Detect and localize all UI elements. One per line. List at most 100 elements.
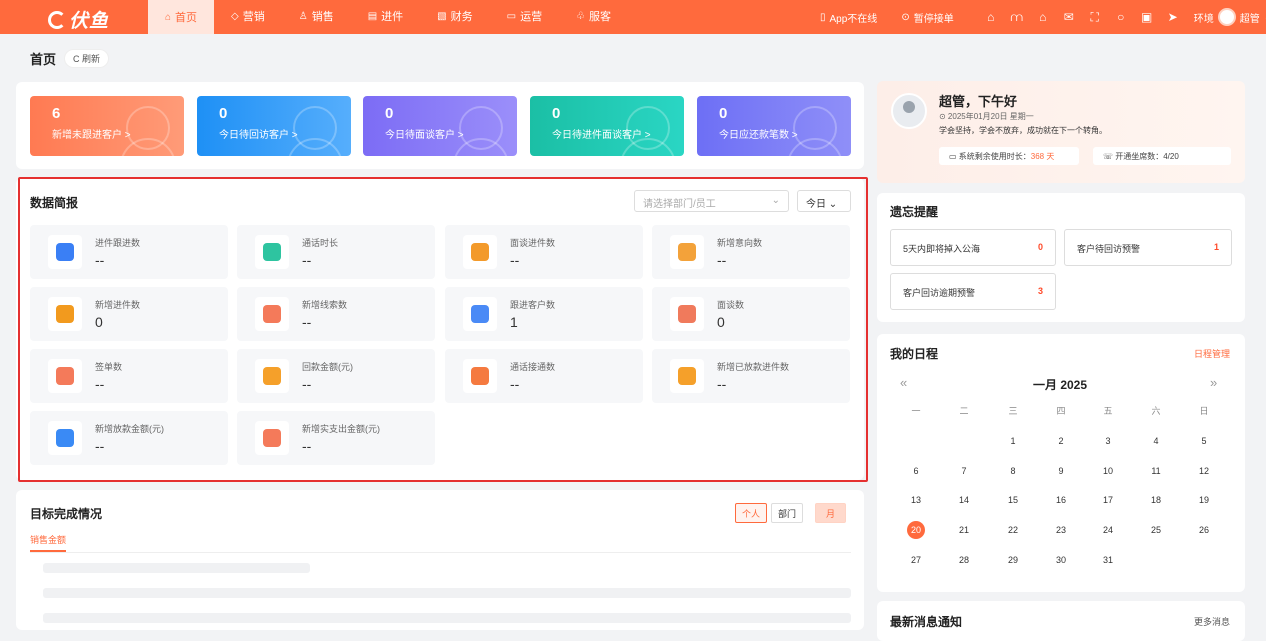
report-tile[interactable]: 新增放款金额(元) -- [30,411,228,465]
calendar-day[interactable]: 12 [1194,462,1214,480]
refresh-button[interactable]: C 刷新 [64,49,110,68]
metric-label: 面谈进件数 [510,238,556,248]
calendar-day[interactable]: 2 [1051,432,1071,450]
calendar-day-today[interactable]: 20 [907,521,925,539]
app-logo[interactable]: 伏鱼 [48,6,109,33]
stat-card-new-unfollowed[interactable]: 6 新增未跟进客户 > [30,96,184,156]
stat-card-today-repayments[interactable]: 0 今日应还款笔数 > [697,96,851,156]
personal-button[interactable]: 个人 [735,503,768,523]
calendar-day[interactable]: 11 [1146,462,1166,480]
fullscreen-icon[interactable]: ⛶ [1082,10,1108,25]
report-tile[interactable]: 进件跟进数 -- [30,225,228,279]
user-menu[interactable]: 环境超管⌄ [1194,8,1266,26]
nav-item-operations[interactable]: ▭ 运营 [490,0,559,34]
nav-item-marketing[interactable]: ◇ 营销 [214,0,282,34]
shirt-icon[interactable]: ⌂ [1030,10,1056,24]
calendar-day[interactable]: 13 [906,491,926,509]
memo-revisit-warning[interactable]: 客户待回访预警 1 [1064,229,1232,266]
report-tile[interactable]: 新增意向数 -- [652,225,850,279]
calendar-day[interactable]: 1 [1003,432,1023,450]
calendar-day[interactable]: 22 [1003,521,1023,539]
briefcase-icon[interactable]: ▣ [1134,10,1160,24]
calendar-day[interactable]: 18 [1146,491,1166,509]
metric-glyph-icon [471,243,489,261]
metric-value: 1 [510,314,518,330]
tab-sales-amount[interactable]: 销售金额 [30,533,66,546]
calendar-day[interactable]: 28 [954,551,974,569]
metric-label: 新增线索数 [302,300,348,310]
pause-orders-button[interactable]: ⊙ 暂停接单 [901,10,953,25]
report-tile[interactable]: 面谈进件数 -- [445,225,643,279]
prev-month-icon[interactable]: « [900,375,907,390]
calendar-day[interactable]: 5 [1194,432,1214,450]
report-tile[interactable]: 通话接通数 -- [445,349,643,403]
nav-item-home[interactable]: ⌂ 首页 [148,0,215,34]
metric-glyph-icon [56,305,74,323]
memo-sea-warning[interactable]: 5天内即将掉入公海 0 [890,229,1056,266]
report-tile[interactable]: 签单数 -- [30,349,228,403]
month-button[interactable]: 月 [815,503,847,523]
calendar-day[interactable]: 31 [1098,551,1118,569]
calendar-day[interactable]: 6 [906,462,926,480]
bank-icon[interactable]: ⩋ [1004,10,1030,25]
calendar-day[interactable]: 23 [1051,521,1071,539]
calendar-day[interactable]: 19 [1194,491,1214,509]
send-icon[interactable]: ➤ [1160,10,1186,24]
more-news-link[interactable]: 更多消息 [1194,615,1230,628]
calendar-day[interactable]: 25 [1146,521,1166,539]
stat-card-today-interview[interactable]: 0 今日待面谈客户 > [363,96,517,156]
report-tile[interactable]: 新增已放款进件数 -- [652,349,850,403]
calendar-day[interactable]: 30 [1051,551,1071,569]
metric-value: -- [302,438,312,454]
nav-item-sales[interactable]: ♙ 销售 [282,0,351,34]
schedule-title: 我的日程 [890,347,939,361]
message-icon[interactable]: ✉ [1056,10,1082,24]
current-date: ⊙ 2025年01月20日 星期一 [939,112,1034,121]
nav-item-finance[interactable]: ▧ 财务 [420,0,489,34]
nav-item-application[interactable]: ▤ 进件 [351,0,420,34]
calendar-day[interactable]: 21 [954,521,974,539]
report-tile[interactable]: 新增进件数 0 [30,287,228,341]
calendar-day[interactable]: 16 [1051,491,1071,509]
report-tile[interactable]: 通话时长 -- [237,225,435,279]
stat-card-today-application-interview[interactable]: 0 今日待进件面谈客户 > [530,96,684,156]
calendar-day[interactable]: 27 [906,551,926,569]
finance-icon: ▧ [437,11,447,22]
department-button[interactable]: 部门 [771,503,804,523]
calendar-day[interactable]: 7 [954,462,974,480]
memo-overdue-warning[interactable]: 客户回访逾期预警 3 [890,273,1056,310]
next-month-icon[interactable]: » [1210,375,1217,390]
calendar-day[interactable]: 26 [1194,521,1214,539]
calendar-day[interactable]: 24 [1098,521,1118,539]
calendar-day[interactable]: 4 [1146,432,1166,450]
calendar-day[interactable]: 15 [1003,491,1023,509]
search-icon[interactable]: ○ [1108,10,1134,24]
nav-item-customer-service[interactable]: ♧ 服客 [559,0,628,34]
app-status[interactable]: ▯ App不在线 [820,10,877,25]
report-tile[interactable]: 回款金额(元) -- [237,349,435,403]
calendar-day[interactable]: 14 [954,491,974,509]
weekday-label: 二 [959,406,969,416]
lock-icon[interactable]: ⌂ [978,10,1004,24]
calendar-day[interactable]: 17 [1098,491,1118,509]
metric-icon [255,421,289,455]
metric-label: 签单数 [95,362,123,372]
metric-value: -- [717,252,727,268]
chevron-down-icon: ⌄ [828,199,838,210]
period-select[interactable]: 今日 ⌄ [797,190,851,212]
calendar-day[interactable]: 3 [1098,432,1118,450]
report-tile[interactable]: 跟进客户数 1 [445,287,643,341]
weekday-label: 三 [1008,406,1018,416]
stat-card-today-revisit[interactable]: 0 今日待回访客户 > [197,96,351,156]
calendar-day[interactable]: 10 [1098,462,1118,480]
department-employee-select[interactable]: 请选择部门/员工 ⌄ [634,190,789,212]
calendar-day[interactable]: 8 [1003,462,1023,480]
skeleton-line [43,563,310,573]
calendar-day[interactable]: 29 [1003,551,1023,569]
report-tile[interactable]: 面谈数 0 [652,287,850,341]
report-tile[interactable]: 新增实支出金额(元) -- [237,411,435,465]
report-tile[interactable]: 新增线索数 -- [237,287,435,341]
metric-label: 新增实支出金额(元) [302,424,380,434]
schedule-manage-link[interactable]: 日程管理 [1194,347,1230,360]
calendar-day[interactable]: 9 [1051,462,1071,480]
